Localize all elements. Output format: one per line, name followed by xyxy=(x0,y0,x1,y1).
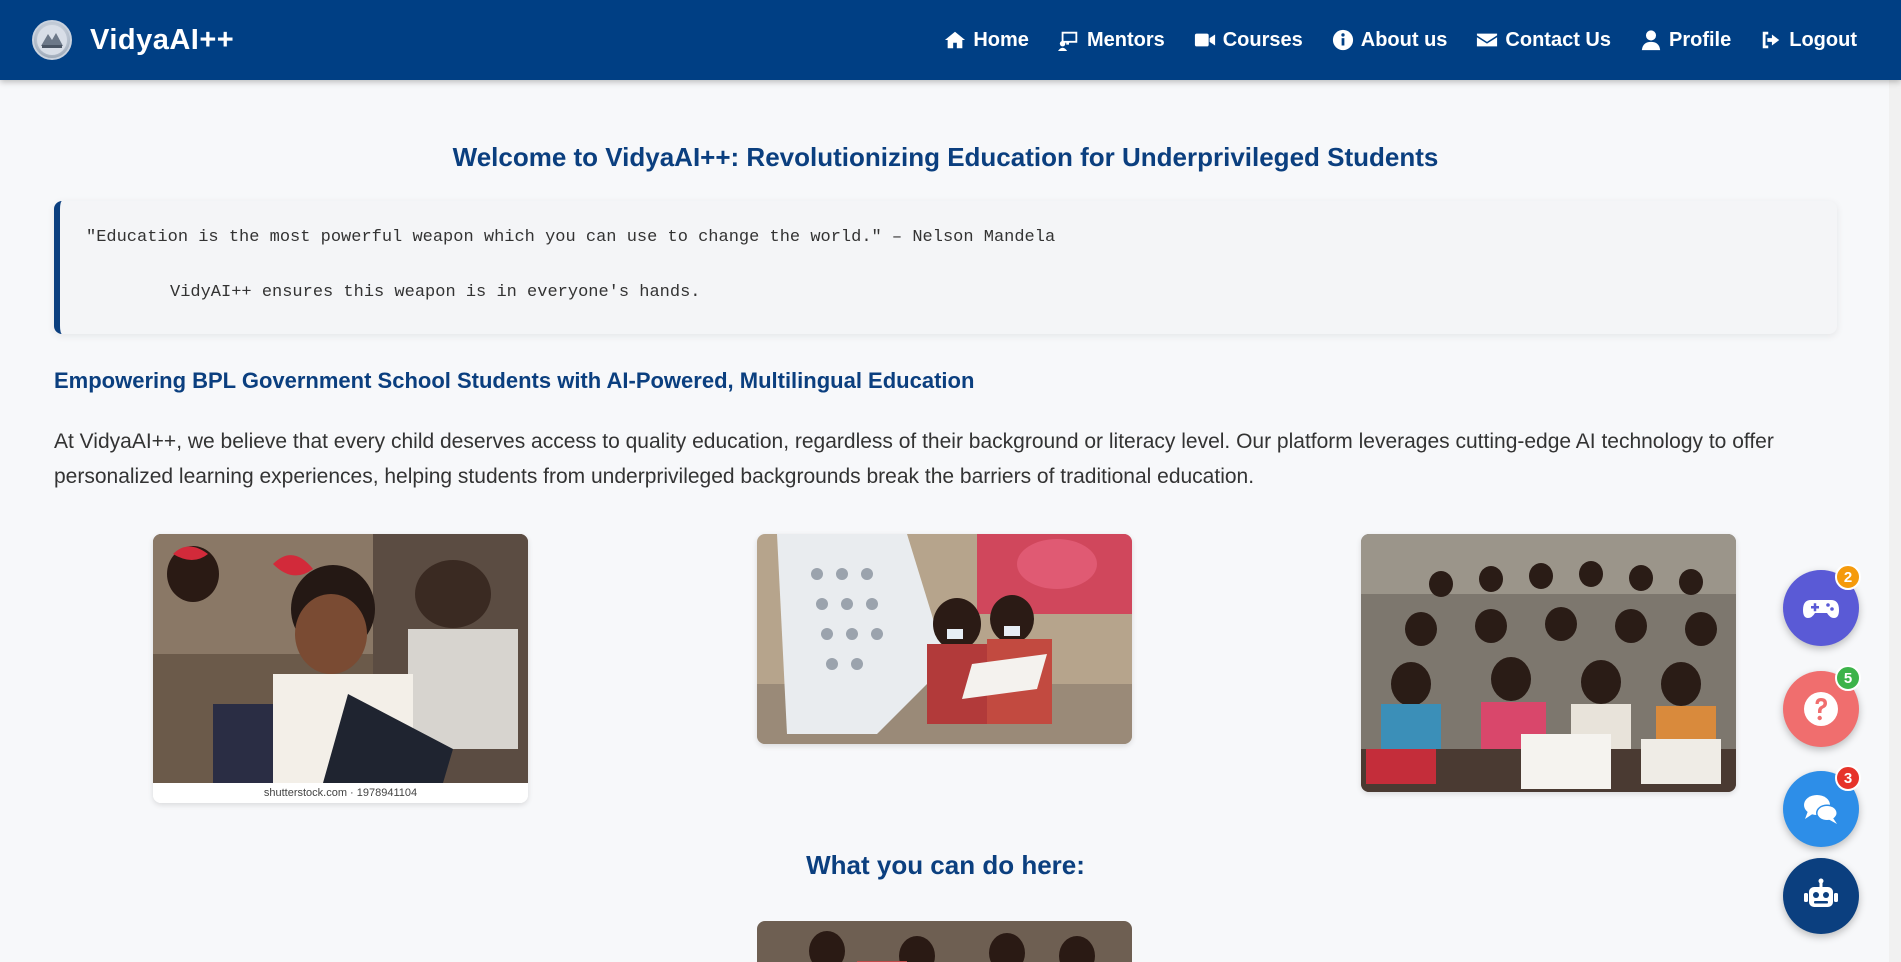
brand[interactable]: VidyaAI++ xyxy=(32,20,234,60)
nav-logout[interactable]: Logout xyxy=(1760,29,1857,52)
video-icon xyxy=(1194,33,1215,47)
nav-logout-label: Logout xyxy=(1789,28,1857,51)
nav-links: Home Mentors Courses About us Contact Us… xyxy=(944,29,1857,52)
chat-icon xyxy=(1804,795,1838,824)
gamepad-icon xyxy=(1803,600,1839,618)
feature-photo xyxy=(757,921,1132,962)
gallery-photo-kids-reading xyxy=(757,534,1132,744)
chat-badge: 3 xyxy=(1835,765,1861,791)
robot-icon xyxy=(1804,878,1838,907)
logo-icon xyxy=(32,20,72,60)
photo-watermark: shutterstock.com · 1978941104 xyxy=(153,783,528,803)
page-title: Welcome to VidyaAI++: Revolutionizing Ed… xyxy=(452,142,1439,172)
nav-profile-label: Profile xyxy=(1669,28,1732,51)
nav-home[interactable]: Home xyxy=(944,29,1029,52)
subheading: Empowering BPL Government School Student… xyxy=(54,368,975,393)
nav-contact-label: Contact Us xyxy=(1505,28,1611,51)
game-badge: 2 xyxy=(1835,564,1861,590)
intro-paragraph: At VidyaAI++, we believe that every chil… xyxy=(54,430,1774,488)
nav-profile[interactable]: Profile xyxy=(1640,29,1731,52)
help-button[interactable]: 5 xyxy=(1783,665,1861,747)
main-content: Welcome to VidyaAI++: Revolutionizing Ed… xyxy=(54,80,1837,962)
chatbot-button[interactable] xyxy=(1783,858,1859,934)
info-icon xyxy=(1332,29,1353,51)
photo-gallery: shutterstock.com · 1978941104 xyxy=(54,534,1837,804)
game-button[interactable]: 2 xyxy=(1783,564,1861,646)
nav-home-label: Home xyxy=(973,28,1029,51)
help-badge: 5 xyxy=(1835,665,1861,691)
nav-about[interactable]: About us xyxy=(1332,28,1448,52)
gallery-photo-girl-writing: shutterstock.com · 1978941104 xyxy=(153,534,528,803)
question-icon xyxy=(1804,692,1838,726)
section-title: What you can do here: xyxy=(806,850,1085,880)
nav-courses-label: Courses xyxy=(1222,28,1303,51)
nav-about-label: About us xyxy=(1360,28,1448,51)
nav-mentors-label: Mentors xyxy=(1086,28,1165,51)
mentor-icon xyxy=(1057,31,1078,51)
envelope-icon xyxy=(1477,33,1498,47)
quote-tagline: VidyAI++ ensures this weapon is in every… xyxy=(170,283,701,302)
page-scrollbar[interactable] xyxy=(1889,80,1901,962)
gallery-photo-classroom xyxy=(1361,534,1736,792)
nav-mentors[interactable]: Mentors xyxy=(1057,28,1165,52)
nav-courses[interactable]: Courses xyxy=(1194,29,1303,52)
nav-contact[interactable]: Contact Us xyxy=(1476,29,1611,52)
quote-box: "Education is the most powerful weapon w… xyxy=(54,201,1837,334)
home-icon xyxy=(945,31,966,49)
quote-text: "Education is the most powerful weapon w… xyxy=(86,228,1056,247)
logout-icon xyxy=(1763,31,1780,49)
navbar: VidyaAI++ Home Mentors Courses About us … xyxy=(0,0,1901,80)
user-icon xyxy=(1641,30,1661,51)
brand-name: VidyaAI++ xyxy=(90,23,235,56)
chat-button[interactable]: 3 xyxy=(1783,765,1861,847)
